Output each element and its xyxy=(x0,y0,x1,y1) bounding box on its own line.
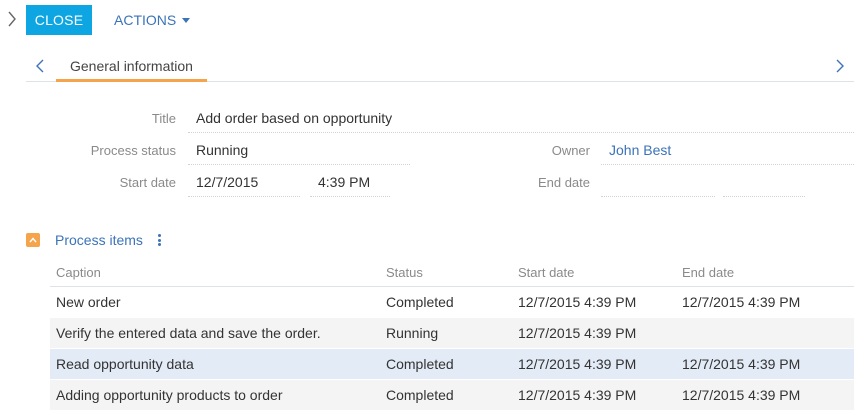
row-caption: Verify the entered data and save the ord… xyxy=(56,325,321,341)
row-start-date: 12/7/2015 4:39 PM xyxy=(518,294,637,310)
actions-label: ACTIONS xyxy=(114,12,177,28)
process-items-grid: Caption Status Start date End date New o… xyxy=(50,260,854,411)
chevron-right-icon[interactable] xyxy=(832,56,848,76)
process-status-field[interactable]: Running xyxy=(188,139,410,165)
actions-button[interactable]: ACTIONS xyxy=(106,5,198,35)
collapse-icon[interactable] xyxy=(26,233,40,247)
end-time-field[interactable] xyxy=(723,171,805,197)
grid-header: Caption Status Start date End date xyxy=(50,260,854,287)
table-row-selected[interactable]: Read opportunity data Completed 12/7/201… xyxy=(50,349,854,380)
row-end-date: 12/7/2015 4:39 PM xyxy=(682,387,801,403)
owner-field[interactable]: John Best xyxy=(601,139,854,165)
owner-label: Owner xyxy=(551,143,590,158)
row-status: Completed xyxy=(386,356,454,372)
row-status: Running xyxy=(386,325,439,341)
tab-bar: General information xyxy=(26,52,854,82)
end-date-label: End date xyxy=(537,175,590,190)
row-caption: Adding opportunity products to order xyxy=(56,387,283,403)
row-start-date: 12/7/2015 4:39 PM xyxy=(518,325,637,341)
row-end-date: 12/7/2015 4:39 PM xyxy=(682,294,801,310)
tab-general-information[interactable]: General information xyxy=(56,52,207,82)
column-header-end-date[interactable]: End date xyxy=(682,260,734,286)
chevron-right-icon[interactable] xyxy=(4,8,20,30)
row-status: Completed xyxy=(386,387,454,403)
start-date-label: Start date xyxy=(119,175,176,190)
process-status-label: Process status xyxy=(90,143,176,158)
toolbar: CLOSE ACTIONS xyxy=(0,0,856,40)
table-row[interactable]: Adding opportunity products to order Com… xyxy=(50,380,854,411)
table-row[interactable]: New order Completed 12/7/2015 4:39 PM 12… xyxy=(50,287,854,318)
table-row[interactable]: Verify the entered data and save the ord… xyxy=(50,318,854,349)
column-header-caption[interactable]: Caption xyxy=(56,260,101,286)
more-options-icon[interactable] xyxy=(155,232,165,248)
process-items-title[interactable]: Process items xyxy=(55,232,143,248)
start-time-field[interactable]: 4:39 PM xyxy=(310,171,390,197)
title-field[interactable]: Add order based on opportunity xyxy=(188,107,854,133)
row-caption: New order xyxy=(56,294,121,310)
row-caption: Read opportunity data xyxy=(56,356,194,372)
chevron-left-icon[interactable] xyxy=(32,56,48,76)
title-label: Title xyxy=(151,111,176,126)
caret-down-icon xyxy=(182,17,191,23)
row-status: Completed xyxy=(386,294,454,310)
end-date-field[interactable] xyxy=(601,171,715,197)
start-date-field[interactable]: 12/7/2015 xyxy=(188,171,300,197)
row-start-date: 12/7/2015 4:39 PM xyxy=(518,356,637,372)
column-header-start-date[interactable]: Start date xyxy=(518,260,574,286)
row-start-date: 12/7/2015 4:39 PM xyxy=(518,387,637,403)
close-button[interactable]: CLOSE xyxy=(26,5,92,35)
column-header-status[interactable]: Status xyxy=(386,260,423,286)
process-items-header: Process items xyxy=(26,230,165,250)
row-end-date: 12/7/2015 4:39 PM xyxy=(682,356,801,372)
